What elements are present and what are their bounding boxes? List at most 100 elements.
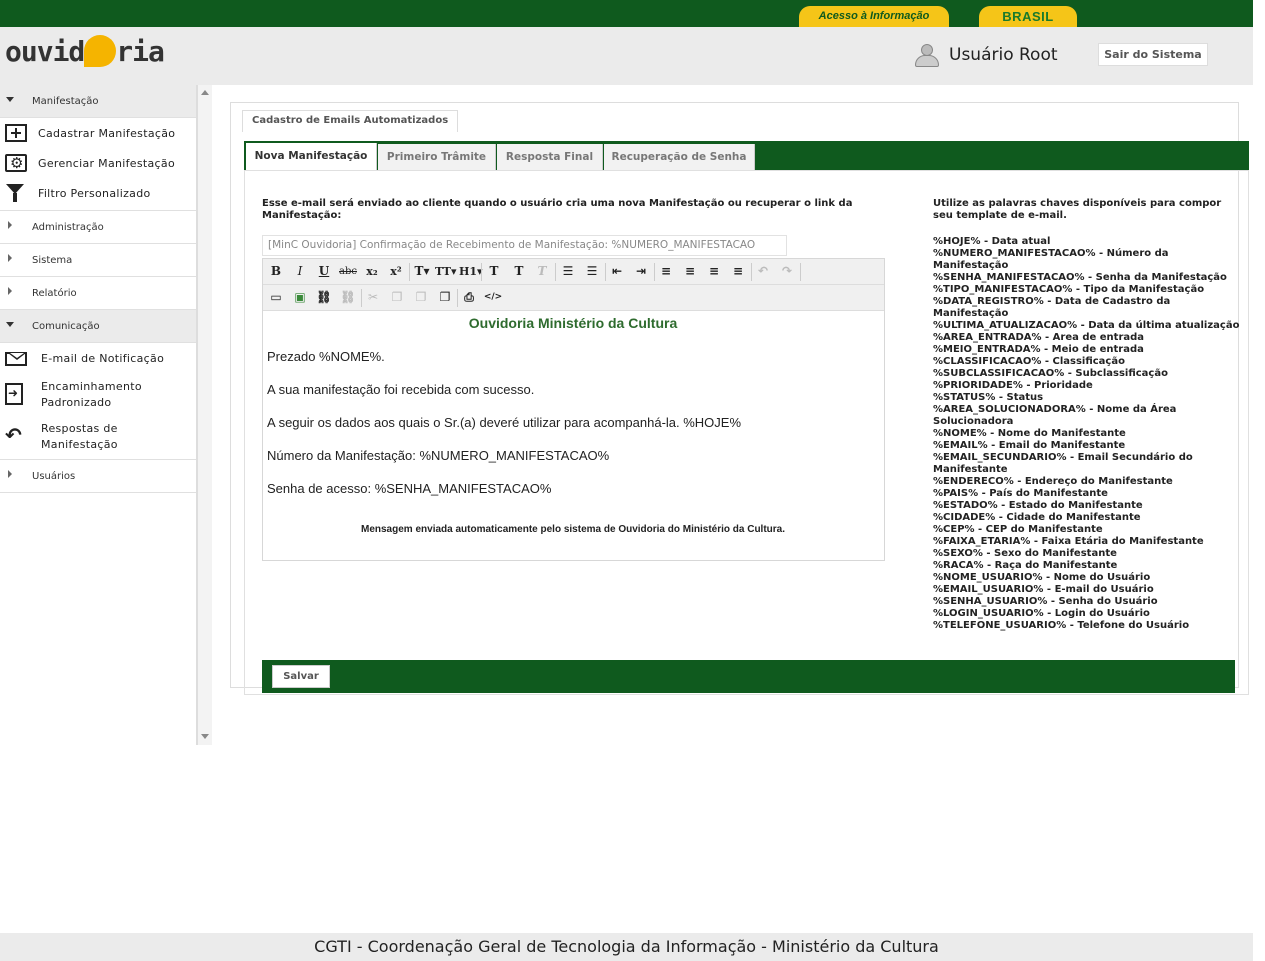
keyword-item: %MEIO_ENTRADA% - Meio de entrada [933,344,1144,355]
indent-icon[interactable]: ⇥ [631,262,651,281]
header: ouvid ria Usuário Root Sair do Sistema [0,27,1253,85]
sidebar-section-manifestacao[interactable]: Manifestação [0,85,196,118]
image-icon[interactable]: ▣ [290,288,310,307]
scroll-down-arrow-icon[interactable] [201,734,209,739]
keyword-item: %SEXO% - Sexo do Manifestante [933,548,1117,559]
underline-icon[interactable]: U [314,262,334,281]
editor-content[interactable]: Ouvidoria Ministério da Cultura Prezado … [267,315,879,555]
keyword-item: %SUBCLASSIFICACAO% - Subclassificação [933,368,1168,379]
undo-icon[interactable]: ↶ [753,262,773,281]
tab-nova-manifestacao[interactable]: Nova Manifestação [246,143,377,170]
tab-content: Esse e-mail será enviado ao cliente quan… [244,170,1249,695]
keyword-item: %LOGIN_USUARIO% - Login do Usuário [933,608,1150,619]
email-line: Senha de acesso: %SENHA_MANIFESTACAO% [267,481,552,496]
source-code-icon[interactable]: </> [483,288,503,307]
sidebar-section-label: Comunicação [32,321,100,332]
email-title: Ouvidoria Ministério da Cultura [468,315,678,331]
align-left-icon[interactable]: ≡ [656,262,676,281]
font-size-icon[interactable]: TT▾ [435,262,457,281]
chevron-right-icon [8,470,12,478]
text-color-icon[interactable]: T [484,262,504,281]
sidebar-scrollbar[interactable] [197,85,212,745]
sidebar-section-usuarios[interactable]: Usuários [0,460,196,493]
keyword-item: %TELEFONE_USUARIO% - Telefone do Usuário [933,620,1190,631]
sidebar-item-encaminhamento-padronizado[interactable]: Encaminhamento Padronizado [0,375,196,417]
scroll-up-arrow-icon[interactable] [201,90,209,95]
clear-format-icon[interactable]: T [532,262,552,281]
sidebar: Manifestação Cadastrar Manifestação Gere… [0,85,197,745]
bold-icon[interactable]: B [266,262,286,281]
keyword-item: %DATA_REGISTRO% - Data de Cadastro da Ma… [933,296,1171,319]
keyword-item: %SENHA_MANIFESTACAO% - Senha da Manifest… [933,272,1227,283]
link-icon[interactable]: ⛓ [314,288,334,307]
sidebar-section-administracao[interactable]: Administração [0,211,196,244]
keyword-item: %SENHA_USUARIO% - Senha do Usuário [933,596,1158,607]
sidebar-item-cadastrar-manifestacao[interactable]: Cadastrar Manifestação [0,118,196,148]
keyword-item: %NOME% - Nome do Manifestante [933,428,1126,439]
sidebar-item-respostas-manifestacao[interactable]: Respostas de Manifestação [0,417,196,460]
editor-toolbar-row-1: B I U abc x₂ x² T▾ TT▾ H1▾ T T T ☰ ☰ ⇤ ⇥… [263,259,884,285]
tab-bar: Nova Manifestação Primeiro Trâmite Respo… [244,141,1249,170]
forward-document-icon [5,383,23,405]
sidebar-item-gerenciar-manifestacao[interactable]: Gerenciar Manifestação [0,148,196,178]
sidebar-item-label: Respostas de Manifestação [41,422,118,451]
cut-icon[interactable]: ✂ [363,288,383,307]
outdent-icon[interactable]: ⇤ [607,262,627,281]
email-line: A seguir os dados aos quais o Sr.(a) dev… [267,415,742,430]
keyword-item: %TIPO_MANIFESTACAO% - Tipo da Manifestaç… [933,284,1205,295]
sidebar-section-label: Sistema [32,255,73,266]
print-icon[interactable]: ⎙ [459,288,479,307]
subject-input[interactable]: [MinC Ouvidoria] Confirmação de Recebime… [262,235,787,256]
copy-icon[interactable]: ❐ [387,288,407,307]
brasil-link[interactable]: BRASIL [979,6,1077,27]
redo-icon[interactable]: ↷ [777,262,797,281]
strikethrough-icon[interactable]: abc [338,262,358,281]
tab-resposta-final[interactable]: Resposta Final [497,144,603,170]
heading-icon[interactable]: H1▾ [459,262,483,281]
logout-button[interactable]: Sair do Sistema [1098,43,1208,66]
align-center-icon[interactable]: ≡ [680,262,700,281]
sidebar-section-label: Administração [32,222,104,233]
align-right-icon[interactable]: ≡ [704,262,724,281]
italic-icon[interactable]: I [290,262,310,281]
bullet-list-icon[interactable]: ☰ [558,262,578,281]
numbered-list-icon[interactable]: ☰ [582,262,602,281]
subscript-icon[interactable]: x₂ [362,262,382,281]
chevron-right-icon [8,287,12,295]
keyword-item: %CIDADE% - Cidade do Manifestante [933,512,1141,523]
top-bar: Acesso à Informação BRASIL [0,0,1253,27]
sidebar-section-sistema[interactable]: Sistema [0,244,196,277]
paste-icon[interactable]: ❐ [411,288,431,307]
sidebar-item-label: Cadastrar Manifestação [38,127,176,140]
keyword-item: %EMAIL_USUARIO% - E-mail do Usuário [933,584,1154,595]
sidebar-item-label: Gerenciar Manifestação [38,157,175,170]
sidebar-item-email-notificacao[interactable]: E-mail de Notificação [0,343,196,375]
paste-text-icon[interactable]: ❐ [435,288,455,307]
fieldset-legend: Cadastro de Emails Automatizados [242,110,459,132]
keyword-item: %CLASSIFICACAO% - Classificação [933,356,1125,367]
superscript-icon[interactable]: x² [386,262,406,281]
unlink-icon[interactable]: ⛓ [338,288,358,307]
add-box-icon [5,124,27,142]
email-form-fieldset: Cadastro de Emails Automatizados Nova Ma… [230,102,1249,695]
tab-primeiro-tramite[interactable]: Primeiro Trâmite [378,144,496,170]
speech-bubble-icon [84,35,117,67]
keyword-item: %FAIXA_ETARIA% - Faixa Etária do Manifes… [933,536,1204,547]
horizontal-rule-icon[interactable]: ▭ [266,288,286,307]
tab-recuperacao-senha[interactable]: Recuperação de Senha [604,144,755,170]
keyword-item: %PRIORIDADE% - Prioridade [933,380,1093,391]
email-line: A sua manifestação foi recebida com suce… [267,382,535,397]
chevron-down-icon [6,322,14,327]
keyword-item: %NUMERO_MANIFESTACAO% - Número da Manife… [933,248,1169,271]
justify-icon[interactable]: ≡ [728,262,748,281]
chevron-right-icon [8,254,12,262]
save-button[interactable]: Salvar [272,665,330,688]
highlight-icon[interactable]: T [509,262,529,281]
font-family-icon[interactable]: T▾ [412,262,432,281]
user-name: Usuário Root [949,45,1058,65]
sidebar-item-filtro-personalizado[interactable]: Filtro Personalizado [0,178,196,211]
acesso-informacao-link[interactable]: Acesso à Informação [799,6,949,27]
keyword-item: %RACA% - Raça do Manifestante [933,560,1118,571]
sidebar-section-relatorio[interactable]: Relatório [0,277,196,310]
sidebar-section-comunicacao[interactable]: Comunicação [0,310,196,343]
